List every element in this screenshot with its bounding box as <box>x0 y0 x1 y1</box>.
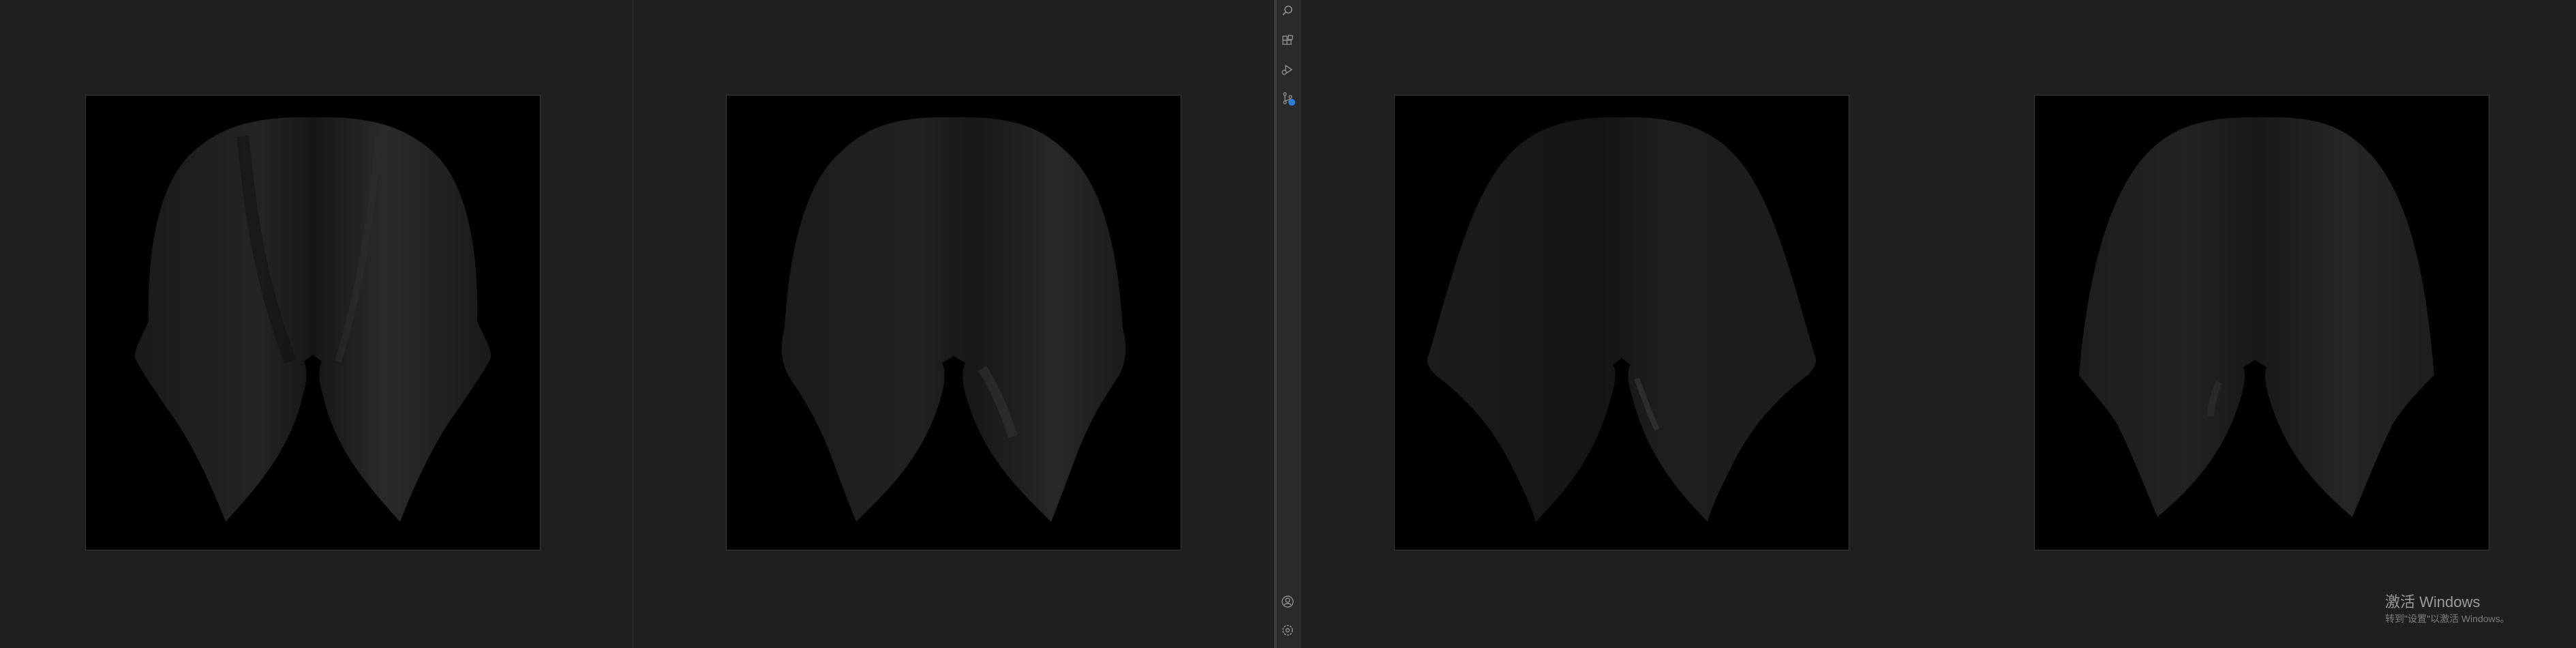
activity-bar <box>1274 0 1301 648</box>
render-viewport-2[interactable] <box>726 95 1181 550</box>
extensions-icon[interactable] <box>1279 33 1296 49</box>
cape-render-1 <box>134 117 491 522</box>
watermark-subtitle: 转到"设置"以激活 Windows。 <box>2385 613 2510 625</box>
windows-activation-watermark: 激活 Windows 转到"设置"以激活 Windows。 <box>2385 593 2510 624</box>
cape-render-4 <box>2079 117 2434 518</box>
render-viewport-3[interactable] <box>1394 95 1849 550</box>
source-control-icon[interactable] <box>1279 90 1296 106</box>
render-viewport-4[interactable] <box>2034 95 2489 550</box>
app-window: 激活 Windows 转到"设置"以激活 Windows。 <box>0 0 2576 648</box>
watermark-title: 激活 Windows <box>2385 593 2481 610</box>
image-pane-4 <box>1941 0 2576 648</box>
cape-render-2 <box>781 117 1126 522</box>
image-pane-2 <box>633 0 1274 648</box>
image-pane-3 <box>1301 0 1941 648</box>
run-debug-icon[interactable] <box>1279 61 1296 78</box>
image-pane-1 <box>0 0 633 648</box>
account-icon[interactable] <box>1279 593 1296 610</box>
search-icon[interactable] <box>1279 3 1296 19</box>
source-control-badge <box>1288 99 1295 106</box>
settings-icon[interactable] <box>1279 622 1296 638</box>
cape-render-3 <box>1427 117 1816 522</box>
render-viewport-1[interactable] <box>85 95 541 550</box>
activity-bar-edge <box>1274 0 1277 648</box>
